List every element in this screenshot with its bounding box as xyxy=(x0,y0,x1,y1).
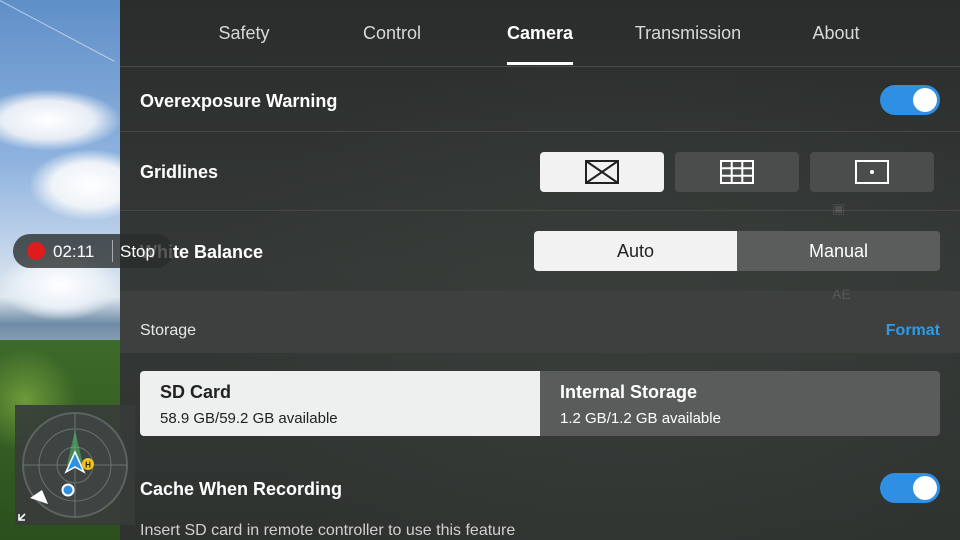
diagonal-grid-icon xyxy=(585,160,619,184)
center-point-icon xyxy=(855,160,889,184)
storage-availability: 58.9 GB/59.2 GB available xyxy=(160,410,338,427)
cache-recording-toggle[interactable] xyxy=(880,473,940,503)
tab-camera[interactable]: Camera xyxy=(480,0,600,66)
active-tab-indicator xyxy=(507,62,573,65)
overexposure-row: Overexposure Warning xyxy=(120,66,960,132)
format-button[interactable]: Format xyxy=(886,322,940,340)
stop-recording-button[interactable]: Stop xyxy=(120,242,155,262)
settings-panel: Safety Control Camera Transmission About… xyxy=(120,0,960,540)
faint-hud-icon: AE xyxy=(832,286,851,302)
toggle-knob xyxy=(913,88,937,112)
faint-hud-icon: ▣ xyxy=(832,200,846,216)
record-icon xyxy=(27,242,45,260)
cloud xyxy=(0,90,120,150)
radar-map[interactable]: H xyxy=(20,410,130,520)
tab-control[interactable]: Control xyxy=(332,0,452,66)
recording-time: 02:11 xyxy=(53,242,95,261)
storage-name: SD Card xyxy=(160,382,232,402)
tab-transmission[interactable]: Transmission xyxy=(618,0,758,66)
white-balance-auto[interactable]: Auto xyxy=(534,231,737,271)
cache-hint-text: Insert SD card in remote controller to u… xyxy=(140,522,516,539)
gridlines-label: Gridlines xyxy=(140,162,219,182)
recording-indicator: 02:11 Stop xyxy=(13,234,173,268)
divider xyxy=(112,240,113,262)
storage-title: Storage xyxy=(140,322,197,339)
gridline-option-thirds[interactable] xyxy=(675,152,799,192)
gridline-option-center[interactable] xyxy=(810,152,934,192)
storage-option-internal[interactable]: Internal Storage 1.2 GB/1.2 GB available xyxy=(540,371,940,436)
storage-name: Internal Storage xyxy=(560,382,698,402)
expand-corner-icon[interactable] xyxy=(17,508,31,522)
toggle-knob xyxy=(913,476,937,500)
cloud xyxy=(30,150,130,220)
thirds-grid-icon xyxy=(720,160,754,184)
tab-bar: Safety Control Camera Transmission About xyxy=(120,0,960,67)
svg-text:H: H xyxy=(85,461,91,470)
overexposure-toggle[interactable] xyxy=(880,85,940,115)
cache-recording-label: Cache When Recording xyxy=(140,479,343,499)
gridline-option-diagonal[interactable] xyxy=(540,152,664,192)
tab-safety[interactable]: Safety xyxy=(184,0,304,66)
overexposure-label: Overexposure Warning xyxy=(140,91,338,111)
storage-option-sd-card[interactable]: SD Card 58.9 GB/59.2 GB available xyxy=(140,371,540,436)
white-balance-manual[interactable]: Manual xyxy=(737,231,940,271)
tab-about[interactable]: About xyxy=(776,0,896,66)
storage-availability: 1.2 GB/1.2 GB available xyxy=(560,410,721,427)
